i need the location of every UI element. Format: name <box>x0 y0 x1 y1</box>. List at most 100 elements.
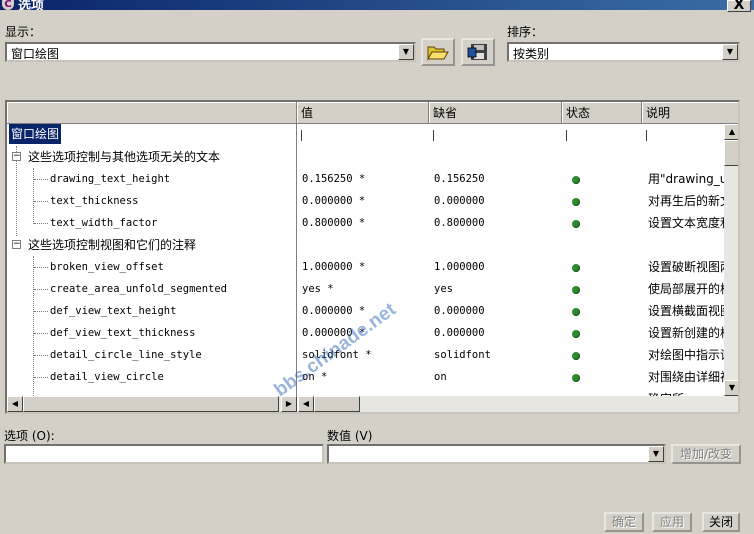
tree-item[interactable]: def_view_text_thickness <box>7 322 296 344</box>
add-change-button[interactable]: 增加/改变 <box>671 444 741 464</box>
option-name: detail_view_circle <box>50 371 164 383</box>
table-row[interactable]: 0.000000 * 0.000000 对再生后的新文 <box>298 190 724 212</box>
scroll-left-icon[interactable]: ◀ <box>7 396 23 412</box>
option-default: 0.800000 <box>434 217 485 229</box>
tree-pane[interactable]: 窗口绘图 − 这些选项控制与其他选项无关的文本 drawing_text_hei… <box>7 124 297 396</box>
collapse-icon[interactable]: − <box>12 240 21 249</box>
tree-item[interactable]: detail_view_circle <box>7 366 296 388</box>
tree-item[interactable]: drawing_text_height <box>7 168 296 190</box>
default-cursor <box>433 130 434 141</box>
open-config-button[interactable] <box>421 38 455 66</box>
scroll-down-icon[interactable]: ▼ <box>724 380 738 396</box>
option-value: 1.000000 * <box>302 261 366 273</box>
option-description: 设置破断视图两 <box>648 260 724 274</box>
tree-group[interactable]: − 这些选项控制视图和它们的注释 <box>7 234 296 256</box>
column-header-value[interactable]: 值 <box>297 102 429 124</box>
option-name: drawing_text_height <box>50 173 171 185</box>
tree-item[interactable]: text_thickness <box>7 190 296 212</box>
option-description: 确定所 <box>648 388 684 396</box>
option-default: 0.000000 <box>434 327 485 339</box>
option-value: 0.000000 * <box>302 195 366 207</box>
tree-scroll-thumb[interactable] <box>23 396 279 412</box>
value-cursor <box>301 130 302 141</box>
column-header-description[interactable]: 说明 <box>642 102 738 124</box>
folder-open-icon <box>427 46 449 61</box>
scroll-left-icon[interactable]: ◀ <box>298 396 314 412</box>
option-name: broken_view_offset <box>50 261 164 273</box>
option-value: yes * <box>302 283 334 295</box>
option-default: yes <box>434 283 453 295</box>
status-ok-icon <box>572 308 580 316</box>
close-window-button[interactable]: X <box>727 0 751 12</box>
option-description: 用"drawing_un <box>648 172 724 186</box>
value-select[interactable]: ▼ <box>327 444 666 464</box>
vertical-scroll-thumb[interactable] <box>724 140 738 166</box>
tree-item[interactable]: def_view_text_height <box>7 300 296 322</box>
table-row[interactable]: yes * yes 使局部展开的横 <box>298 278 724 300</box>
status-ok-icon <box>572 198 580 206</box>
tree-horizontal-scrollbar[interactable]: ◀ ▶ <box>7 396 297 412</box>
display-select-value: 窗口绘图 <box>11 47 60 61</box>
display-select[interactable]: 窗口绘图 ▼ <box>5 42 416 62</box>
option-value: 0.156250 * <box>302 173 366 185</box>
status-ok-icon <box>572 220 580 228</box>
column-header-option[interactable] <box>7 102 297 124</box>
option-description: 设置横截面视图 <box>648 304 724 318</box>
save-icon <box>467 44 487 60</box>
option-default: solidfont <box>434 349 491 361</box>
scroll-up-icon[interactable]: ▲ <box>724 124 738 140</box>
description-cursor <box>646 130 647 141</box>
tree-root-label: 窗口绘图 <box>9 124 62 144</box>
tree-item[interactable]: text_width_factor <box>7 212 296 234</box>
option-default: 0.000000 <box>434 305 485 317</box>
apply-button[interactable]: 应用 <box>652 512 692 532</box>
options-list[interactable]: 值 缺省 状态 说明 窗口绘图 − 这些选项控制与其他选项无关的文本 drawi… <box>5 100 740 414</box>
tree-item[interactable]: broken_view_offset <box>7 256 296 278</box>
title-bar: C 选项 <box>0 0 754 10</box>
column-header-default[interactable]: 缺省 <box>429 102 562 124</box>
table-row[interactable]: 1.000000 * 1.000000 设置破断视图两 <box>298 256 724 278</box>
option-name: create_area_unfold_segmented <box>50 283 228 295</box>
status-ok-icon <box>572 374 580 382</box>
table-row-partial[interactable]: 确定所 <box>298 388 724 396</box>
table-row[interactable]: solidfont * solidfont 对绘图中指示详 <box>298 344 724 366</box>
tree-item[interactable]: detail_circle_line_style <box>7 344 296 366</box>
sort-select-value: 按类别 <box>513 47 550 61</box>
option-input[interactable] <box>4 444 324 464</box>
collapse-icon[interactable]: − <box>12 152 21 161</box>
app-logo-icon: C <box>2 0 14 10</box>
option-description: 设置文本宽度和 <box>648 216 724 230</box>
values-horizontal-scrollbar[interactable]: ◀ <box>298 396 738 412</box>
option-value: 0.800000 * <box>302 217 366 229</box>
option-name: text_width_factor <box>50 217 158 229</box>
ok-button[interactable]: 确定 <box>604 512 644 532</box>
status-cursor <box>566 130 567 141</box>
value-field-label: 数值 (V) <box>327 429 373 443</box>
option-name: text_thickness <box>50 195 139 207</box>
table-row[interactable]: on * on 对围绕由详细视 <box>298 366 724 388</box>
values-pane[interactable]: 0.156250 * 0.156250 用"drawing_un 0.00000… <box>298 124 724 396</box>
chevron-down-icon[interactable]: ▼ <box>722 44 738 60</box>
table-row[interactable]: 0.156250 * 0.156250 用"drawing_un <box>298 168 724 190</box>
status-ok-icon <box>572 286 580 294</box>
option-name: def_view_text_height <box>50 305 177 317</box>
save-config-button[interactable] <box>461 38 495 66</box>
option-description: 设置新创建的横 <box>648 326 724 340</box>
option-description: 对绘图中指示详 <box>648 348 724 362</box>
option-description: 对再生后的新文 <box>648 194 724 208</box>
tree-item[interactable]: create_area_unfold_segmented <box>7 278 296 300</box>
option-name: def_view_text_thickness <box>50 327 196 339</box>
chevron-down-icon[interactable]: ▼ <box>648 446 664 462</box>
values-scroll-thumb[interactable] <box>314 396 360 412</box>
status-ok-icon <box>572 264 580 272</box>
tree-group[interactable]: − 这些选项控制与其他选项无关的文本 <box>7 146 296 168</box>
table-row[interactable]: 0.800000 * 0.800000 设置文本宽度和 <box>298 212 724 234</box>
sort-select[interactable]: 按类别 ▼ <box>507 42 740 62</box>
chevron-down-icon[interactable]: ▼ <box>398 44 414 60</box>
status-ok-icon <box>572 176 580 184</box>
column-header-status[interactable]: 状态 <box>562 102 642 124</box>
option-default: 1.000000 <box>434 261 485 273</box>
close-button[interactable]: 关闭 <box>702 512 740 532</box>
option-default: on <box>434 371 447 383</box>
vertical-scrollbar[interactable]: ▲ ▼ <box>724 124 738 396</box>
